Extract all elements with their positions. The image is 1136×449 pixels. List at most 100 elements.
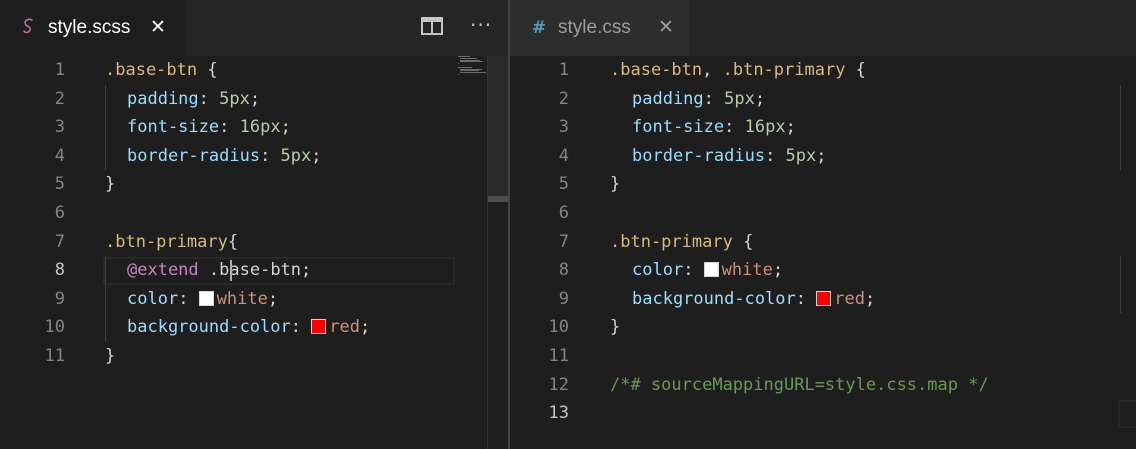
tab-style-scss[interactable]: style.scss ✕: [0, 0, 186, 56]
code-line[interactable]: 6: [0, 199, 508, 228]
code-line[interactable]: 7 .btn-primary{: [0, 228, 508, 257]
code-text: font-size: 16px;: [610, 113, 796, 142]
right-code-editor[interactable]: 1 .base-btn, .btn-primary {2 padding: 5px;…: [510, 56, 1136, 449]
code-token: {: [845, 60, 866, 80]
code-text: .btn-primary {: [610, 228, 753, 257]
code-line[interactable]: 9 color: white;: [0, 285, 508, 314]
code-text: }: [105, 342, 115, 371]
tab-label: style.css: [558, 17, 631, 38]
scrollbar-thumb[interactable]: [488, 196, 508, 202]
code-line[interactable]: 12 /*# sourceMappingURL=style.css.map */: [510, 371, 1136, 400]
code-line[interactable]: 2 padding: 5px;: [510, 85, 1136, 114]
code-line[interactable]: 8 @extend .base-btn;: [0, 256, 508, 285]
color-swatch[interactable]: [703, 262, 719, 278]
line-number: 13: [548, 403, 569, 424]
code-text: .base-btn {: [105, 56, 218, 85]
code-token: 5px: [724, 88, 755, 109]
code-line[interactable]: 1 .base-btn, .btn-primary {: [510, 56, 1136, 85]
scrollbar-track: [488, 56, 508, 196]
code-token: }: [105, 174, 116, 195]
code-text: /*# sourceMappingURL=style.css.map */: [610, 371, 989, 400]
color-swatch[interactable]: [311, 319, 327, 335]
code-line[interactable]: 13: [510, 399, 1136, 428]
code-line[interactable]: 6: [510, 199, 1136, 228]
code-token: }: [610, 174, 621, 195]
code-line[interactable]: 5}: [0, 170, 508, 199]
line-number: 1: [54, 60, 65, 80]
code-token: :: [260, 145, 281, 166]
code-token: :: [765, 145, 786, 166]
code-line[interactable]: 10 background-color: red;: [0, 313, 508, 342]
code-line[interactable]: 3 font-size: 16px;: [0, 113, 508, 142]
line-number: 2: [558, 88, 569, 109]
line-number: 6: [558, 203, 569, 223]
code-token: }: [105, 346, 116, 366]
code-line[interactable]: 3 font-size: 16px;: [510, 113, 1136, 142]
indent-guide: [1120, 256, 1121, 314]
code-line[interactable]: 1 .base-btn {: [0, 56, 508, 85]
code-line[interactable]: 5}: [510, 170, 1136, 199]
tab-label: style.scss: [48, 17, 131, 38]
code-token: border-radius: [632, 145, 766, 166]
line-number: 2: [54, 88, 65, 109]
code-line[interactable]: 10}: [510, 313, 1136, 342]
code-token: .btn-primary: [105, 231, 228, 252]
color-swatch[interactable]: [198, 290, 214, 306]
left-editor-pane: style.scss ✕ ··· 1 .base-btn {2 padding: 5…: [0, 0, 508, 449]
code-line[interactable]: 4 border-radius: 5px;: [0, 142, 508, 171]
code-token: :: [795, 288, 817, 309]
close-icon[interactable]: ✕: [658, 16, 674, 38]
vertical-scrollbar[interactable]: [487, 56, 508, 449]
code-text: color: white;: [610, 256, 783, 285]
code-token: ;: [772, 260, 784, 281]
code-token: .base-btn: [105, 60, 198, 80]
text-cursor: [230, 260, 232, 282]
code-text: }: [610, 313, 620, 342]
code-token: :: [683, 260, 704, 281]
code-token: :: [198, 88, 220, 109]
code-token: {: [227, 231, 239, 252]
code-token: white: [216, 288, 268, 309]
right-editor-pane: # style.css ✕ 1 .base-btn, .btn-primary {…: [510, 0, 1136, 449]
code-token: background-color: [632, 288, 796, 309]
color-swatch[interactable]: [816, 290, 832, 306]
code-token: :: [290, 317, 312, 338]
minimap[interactable]: [456, 56, 486, 76]
code-text: }: [610, 170, 620, 199]
minimap-line: [458, 74, 460, 75]
code-token: ;: [816, 145, 827, 166]
code-line[interactable]: 11: [510, 342, 1136, 371]
close-icon[interactable]: ✕: [150, 16, 166, 38]
code-token: red: [834, 288, 865, 309]
code-token: :: [724, 117, 745, 138]
line-number: 5: [558, 174, 569, 195]
line-number: 7: [54, 231, 65, 252]
code-line[interactable]: 11}: [0, 342, 508, 371]
code-text: @extend .base-btn;: [105, 256, 311, 285]
code-text: background-color: red;: [105, 313, 370, 342]
line-number: 5: [54, 174, 65, 195]
right-tab-bar: # style.css ✕: [510, 0, 1136, 56]
code-token: .base-btn: [610, 60, 703, 80]
code-token: red: [329, 317, 360, 338]
code-line[interactable]: 7 .btn-primary {: [510, 228, 1136, 257]
code-line[interactable]: 4 border-radius: 5px;: [510, 142, 1136, 171]
split-editor-icon[interactable]: [421, 17, 443, 35]
code-token: 5px: [219, 88, 250, 109]
code-token: white: [721, 260, 773, 281]
more-actions-icon[interactable]: ···: [470, 13, 492, 37]
code-token: color: [632, 260, 684, 281]
line-number: 4: [54, 145, 65, 166]
code-line[interactable]: 8 color: white;: [510, 256, 1136, 285]
tab-style-css[interactable]: # style.css ✕: [510, 0, 690, 56]
code-text: .base-btn, .btn-primary {: [610, 56, 866, 85]
line-number: 1: [558, 60, 569, 80]
left-code-editor[interactable]: 1 .base-btn {2 padding: 5px; 3 font-size: 16…: [0, 56, 508, 449]
code-text: padding: 5px;: [610, 85, 765, 114]
code-line[interactable]: 2 padding: 5px;: [0, 85, 508, 114]
hash-icon: #: [531, 18, 547, 38]
code-line[interactable]: 9 background-color: red;: [510, 285, 1136, 314]
code-token: .btn-primary: [610, 231, 733, 252]
code-text: color: white;: [105, 285, 278, 314]
code-token: ,: [702, 60, 723, 80]
